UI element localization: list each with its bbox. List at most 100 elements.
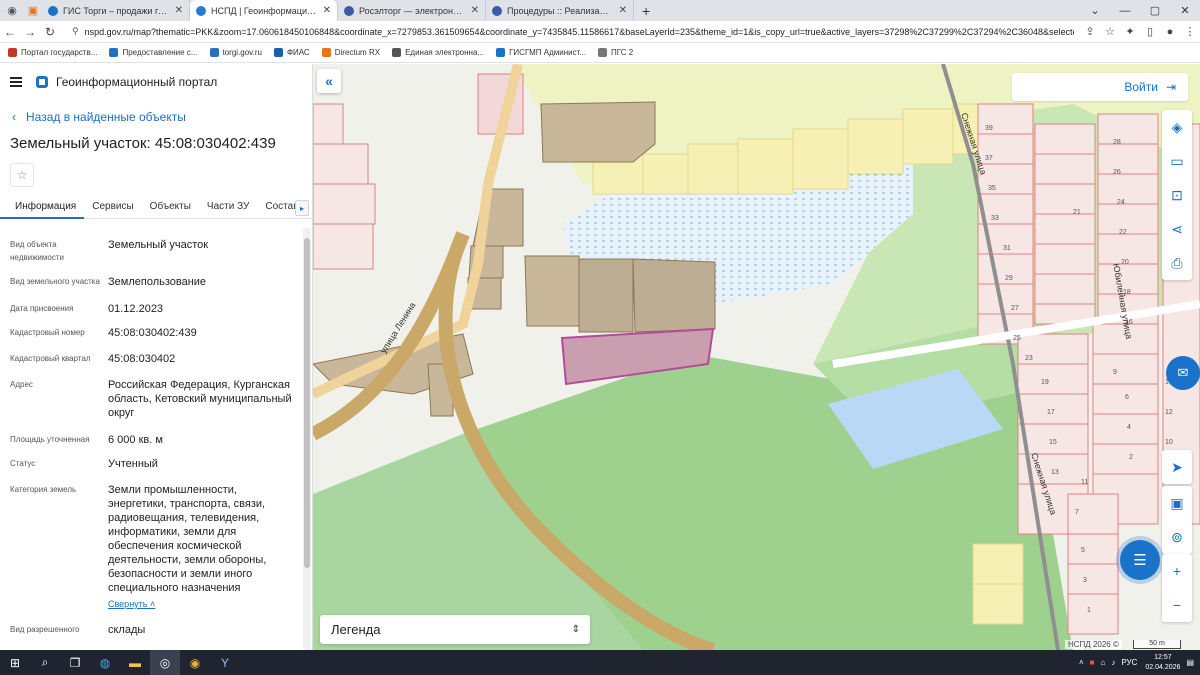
profile-icon[interactable]: ●: [1160, 26, 1180, 38]
bookmark-item[interactable]: Directum RX: [321, 48, 380, 57]
map-canvas: улица Ленина Снежная улица Снежная улица…: [313, 64, 1200, 650]
close-tab-icon[interactable]: ✕: [175, 5, 183, 16]
menu-icon[interactable]: [10, 77, 22, 87]
new-tab-icon[interactable]: +: [642, 3, 650, 19]
back-arrow-icon[interactable]: ←: [0, 25, 20, 39]
zoom-in-icon[interactable]: +: [1162, 554, 1192, 588]
share-icon[interactable]: ⋖: [1162, 212, 1192, 246]
back-to-results-link[interactable]: ‹ Назад в найденные объекты: [12, 110, 186, 124]
extensions-icon[interactable]: ✦: [1120, 25, 1140, 38]
notifications-icon[interactable]: ▤: [1186, 658, 1194, 667]
tab-search-icon[interactable]: ⌄: [1080, 4, 1110, 17]
bookmark-icon: [8, 48, 17, 57]
panel-scrollbar[interactable]: [303, 228, 311, 650]
site-info-icon[interactable]: ⚲: [72, 26, 79, 37]
svg-text:12: 12: [1165, 409, 1173, 416]
svg-text:3: 3: [1083, 577, 1087, 584]
edge-browser-icon[interactable]: ◍: [90, 650, 120, 675]
bookmark-item[interactable]: Предоставление с...: [109, 48, 198, 57]
share-icon[interactable]: ⇪: [1080, 25, 1100, 38]
attribute-row: Статус Учтенный: [10, 458, 158, 470]
chrome-icon[interactable]: ◉: [180, 650, 210, 675]
volume-icon[interactable]: ♪: [1111, 658, 1115, 667]
search-location-icon[interactable]: ⊚: [1162, 520, 1192, 554]
browser-tab[interactable]: Процедуры :: Реализация госим✕: [486, 0, 634, 21]
svg-text:11: 11: [1081, 479, 1088, 486]
close-tab-icon[interactable]: ✕: [323, 5, 331, 16]
svg-text:22: 22: [1119, 229, 1127, 236]
svg-text:27: 27: [1011, 305, 1019, 312]
assistant-chat-icon[interactable]: ✉: [1166, 356, 1200, 390]
svg-text:37: 37: [985, 155, 993, 162]
svg-text:39: 39: [985, 125, 993, 132]
search-icon[interactable]: ⌕: [30, 650, 60, 675]
print-icon[interactable]: ⎙: [1162, 246, 1192, 280]
close-tab-icon[interactable]: ✕: [619, 5, 627, 16]
browser-tab[interactable]: Росэлторг — электронная торгов✕: [338, 0, 486, 21]
collapse-panel-button[interactable]: «: [317, 69, 341, 93]
browser-menu-icon[interactable]: ◉: [3, 2, 21, 20]
tab-objects[interactable]: Объекты: [142, 195, 199, 218]
windows-taskbar: ⊞ ⌕ ❐ ◍ ▬ ◎ ◉ Y ˄ ■ ⌂ ♪ РУС 12:57 02.04.…: [0, 650, 1200, 675]
attribute-row: Адрес Российская Федерация, Курганская о…: [10, 379, 292, 419]
app-icon[interactable]: ◎: [150, 650, 180, 675]
forward-arrow-icon[interactable]: →: [20, 25, 40, 39]
window-controls: ⌄ — ▢ ✕: [1080, 0, 1200, 21]
yandex-icon[interactable]: Y: [210, 650, 240, 675]
zoom-out-icon[interactable]: −: [1162, 588, 1192, 622]
bookmark-item[interactable]: ПГС 2: [598, 48, 633, 57]
network-icon[interactable]: ⌂: [1101, 658, 1106, 667]
map-attribution: НСПД 2026 ©: [1065, 640, 1122, 649]
file-explorer-icon[interactable]: ▬: [120, 650, 150, 675]
login-button[interactable]: Войти ⇥: [1012, 73, 1188, 101]
close-tab-icon[interactable]: ✕: [471, 5, 479, 16]
bookmark-item[interactable]: torgi.gov.ru: [209, 48, 262, 57]
pinned-tab-icon[interactable]: ▣: [24, 2, 42, 20]
browser-tab[interactable]: ГИС Торги – продажи государс✕: [42, 0, 190, 21]
svg-text:6: 6: [1125, 394, 1129, 401]
bookmark-icon: [321, 48, 331, 57]
bookmark-item[interactable]: Портал государств...: [8, 48, 97, 57]
browser-tab-active[interactable]: НСПД | Геоинформационный п✕: [190, 0, 338, 21]
chevron-left-icon: ‹: [12, 110, 16, 124]
map-view[interactable]: улица Ленина Снежная улица Снежная улица…: [313, 64, 1200, 650]
tab-info[interactable]: Информация: [0, 195, 85, 219]
svg-text:19: 19: [1041, 379, 1049, 386]
chat-support-icon[interactable]: ☰: [1120, 540, 1160, 580]
attribute-row: Вид земельного участка Землепользование: [10, 276, 207, 288]
tab-services[interactable]: Сервисы: [84, 195, 141, 218]
language-indicator[interactable]: РУС: [1121, 658, 1137, 667]
tray-chevron-icon[interactable]: ˄: [1079, 658, 1084, 667]
collapse-link[interactable]: Свернуть ˄: [108, 597, 155, 611]
bookmark-item[interactable]: ФИАС: [273, 48, 310, 57]
task-view-icon[interactable]: ❐: [60, 650, 90, 675]
tab-parcel-parts[interactable]: Части ЗУ: [199, 195, 257, 218]
start-icon[interactable]: ⊞: [0, 650, 30, 675]
sidebar-icon[interactable]: ▯: [1140, 25, 1160, 38]
login-arrow-icon: ⇥: [1165, 80, 1176, 94]
favorite-star-icon[interactable]: ☆: [10, 163, 34, 187]
select-area-icon[interactable]: ⊡: [1162, 178, 1192, 212]
tabs-scroll-right-icon[interactable]: ▸: [295, 200, 309, 216]
reload-icon[interactable]: ↻: [40, 25, 60, 39]
legend-dropdown[interactable]: Легенда ⇕: [320, 615, 590, 644]
picture-in-picture-icon[interactable]: ▣: [1162, 486, 1192, 520]
close-window-icon[interactable]: ✕: [1170, 4, 1200, 17]
map-tools-view: ▣ ⊚: [1162, 486, 1192, 554]
locate-icon[interactable]: ➤: [1162, 450, 1192, 484]
layers-icon[interactable]: ◈: [1162, 110, 1192, 144]
svg-text:20: 20: [1121, 259, 1129, 266]
tray-app-icon[interactable]: ■: [1090, 658, 1095, 667]
clock[interactable]: 12:57 02.04.2026: [1145, 653, 1180, 673]
bookmark-item[interactable]: Единая электронна...: [392, 48, 484, 57]
url-field[interactable]: ⚲ nspd.gov.ru/map?thematic=PKK&zoom=17.0…: [66, 23, 1074, 41]
minimize-icon[interactable]: —: [1110, 5, 1140, 17]
ruler-icon[interactable]: ▭: [1162, 144, 1192, 178]
browser-menu-icon[interactable]: ⋮: [1180, 25, 1200, 38]
maximize-icon[interactable]: ▢: [1140, 4, 1170, 17]
zoom-controls: + −: [1162, 554, 1192, 622]
bookmarks-bar: Портал государств... Предоставление с...…: [0, 43, 1200, 63]
bookmark-item[interactable]: ГИСГМП Админист...: [496, 48, 586, 57]
svg-text:21: 21: [1073, 209, 1081, 216]
bookmark-star-icon[interactable]: ☆: [1100, 25, 1120, 38]
